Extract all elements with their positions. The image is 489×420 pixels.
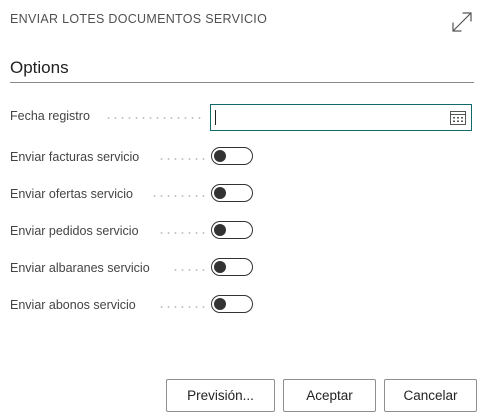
toggle-knob (214, 298, 226, 310)
toggle-row-credit-memos: Enviar abonos servicio (10, 293, 475, 319)
label-leader-dots (158, 158, 205, 160)
dialog-title: ENVIAR LOTES DOCUMENTOS SERVICIO (10, 12, 268, 26)
ok-button[interactable]: Aceptar (283, 379, 376, 412)
text-caret (215, 110, 216, 125)
expand-icon[interactable] (450, 10, 474, 34)
send-orders-toggle[interactable] (211, 221, 253, 239)
toggle-knob (214, 224, 226, 236)
toggle-knob (214, 261, 226, 273)
toggle-label: Enviar albaranes servicio (10, 261, 150, 275)
label-leader-dots (172, 269, 205, 271)
toggle-label: Enviar ofertas servicio (10, 187, 133, 201)
toggle-row-shipments: Enviar albaranes servicio (10, 256, 475, 282)
calendar-icon[interactable] (450, 110, 466, 125)
toggle-row-invoices: Enviar facturas servicio (10, 145, 475, 171)
toggle-row-quotes: Enviar ofertas servicio (10, 182, 475, 208)
section-title: Options (10, 58, 69, 77)
toggle-label: Enviar facturas servicio (10, 150, 140, 164)
toggle-label: Enviar pedidos servicio (10, 224, 139, 238)
label-leader-dots (158, 306, 205, 308)
label-leader-dots (151, 195, 205, 197)
section-divider (10, 82, 474, 83)
send-quotes-toggle[interactable] (211, 184, 253, 202)
toggle-row-orders: Enviar pedidos servicio (10, 219, 475, 245)
toggle-label: Enviar abonos servicio (10, 298, 136, 312)
label-leader-dots (158, 232, 205, 234)
send-shipments-toggle[interactable] (211, 258, 253, 276)
preview-button[interactable]: Previsión... (166, 379, 275, 412)
posting-date-label: Fecha registro (10, 109, 90, 123)
toggle-knob (214, 187, 226, 199)
posting-date-input[interactable] (210, 104, 472, 131)
posting-date-row: Fecha registro (10, 104, 475, 131)
send-credit-memos-toggle[interactable] (211, 295, 253, 313)
toggle-knob (214, 150, 226, 162)
cancel-button[interactable]: Cancelar (384, 379, 477, 412)
send-invoices-toggle[interactable] (211, 147, 253, 165)
label-leader-dots (105, 117, 205, 119)
